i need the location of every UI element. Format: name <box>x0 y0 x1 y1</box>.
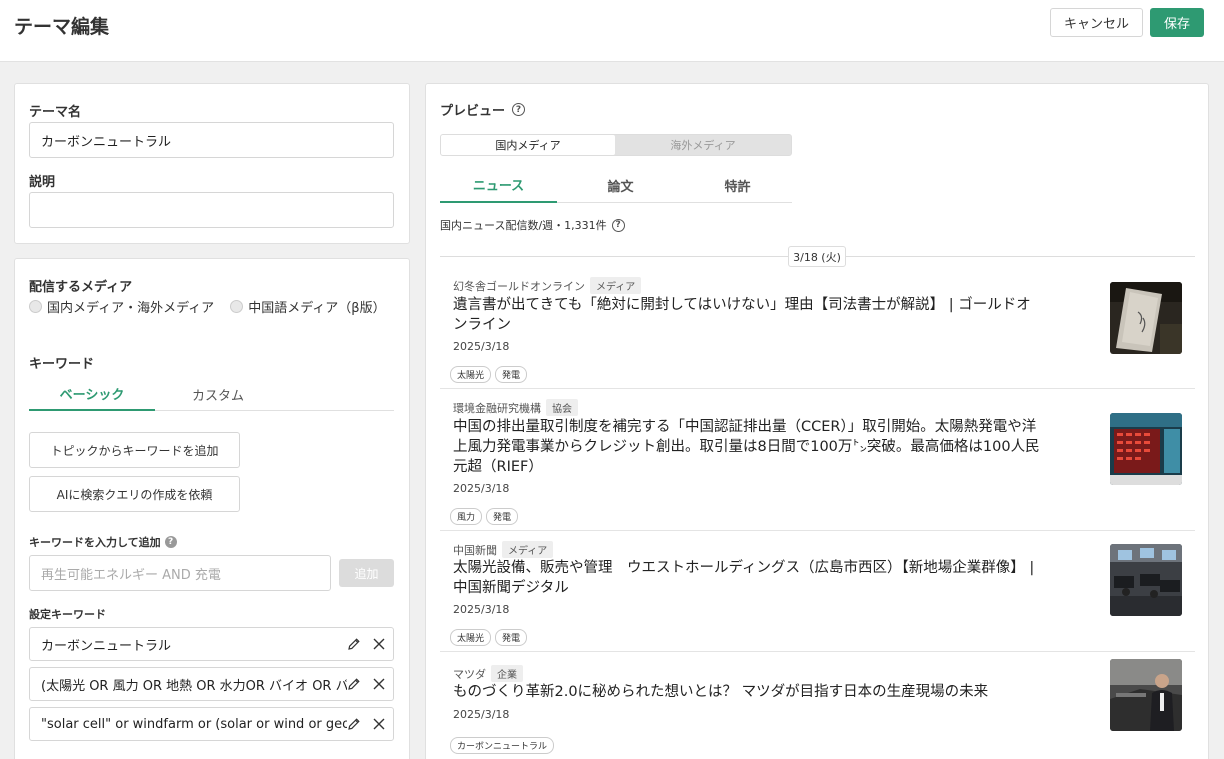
add-keyword-button[interactable]: 追加 <box>339 559 394 587</box>
weekly-count: 国内ニュース配信数/週・1,331件 ? <box>440 217 625 233</box>
news-tag: カーボンニュートラル <box>450 737 555 754</box>
news-date: 2025/3/18 <box>453 603 510 616</box>
help-icon[interactable]: ? <box>611 218 625 232</box>
tab-patents[interactable]: 特許 <box>679 168 796 203</box>
news-source-row: 幻冬舎ゴールドオンライン メディア <box>453 277 642 294</box>
news-tag: 発電 <box>486 508 519 525</box>
news-tags: カーボンニュートラル <box>450 737 555 754</box>
news-tags: 太陽光 発電 <box>450 366 528 383</box>
keyword-row: カーボンニュートラル <box>29 627 394 661</box>
news-source-badge: 企業 <box>491 665 523 682</box>
news-source: 中国新聞 <box>453 543 497 557</box>
news-thumbnail[interactable] <box>1110 282 1182 354</box>
page-title: テーマ編集 <box>14 16 110 38</box>
description-label: 説明 <box>29 175 56 190</box>
weekly-count-text: 国内ニュース配信数/週・1,331件 <box>440 219 607 232</box>
help-icon[interactable]: ? <box>164 536 177 548</box>
add-from-topic-button[interactable]: トピックからキーワードを追加 <box>29 432 240 468</box>
help-icon[interactable]: ? <box>512 103 526 116</box>
news-tags: 太陽光 発電 <box>450 629 528 646</box>
media-section-label: 配信するメディア <box>29 280 133 295</box>
news-title[interactable]: 中国の排出量取引制度を補完する「中国認証排出量（CCER）」取引開始。太陽熱発電… <box>453 417 1043 477</box>
news-item[interactable]: 幻冬舎ゴールドオンライン メディア 遺言書が出てきても「絶対に開封してはいけない… <box>440 274 1195 389</box>
news-source: 環境金融研究機構 <box>453 401 541 415</box>
top-bar: テーマ編集 キャンセル 保存 <box>0 0 1224 62</box>
preview-title: プレビュー ? <box>440 100 526 119</box>
theme-card: テーマ名 カーボンニュートラル 説明 <box>14 83 410 244</box>
tab-news[interactable]: ニュース <box>440 168 557 203</box>
news-date: 2025/3/18 <box>453 340 510 353</box>
close-icon[interactable] <box>372 717 386 731</box>
cancel-button[interactable]: キャンセル <box>1050 8 1143 37</box>
news-item[interactable]: マツダ 企業 ものづくり革新2.0に秘められた想いとは？ マツダが目指す日本の生… <box>440 652 1195 759</box>
date-chip: 3/18 (火) <box>788 246 846 267</box>
keyword-section-label: キーワード <box>29 357 95 372</box>
pencil-icon[interactable] <box>347 677 361 691</box>
keyword-text: カーボンニュートラル <box>41 638 172 654</box>
media-keyword-card: 配信するメディア 国内メディア・海外メディア 中国語メディア（β版） キーワード… <box>14 258 410 759</box>
news-tags: 風力 発電 <box>450 508 519 525</box>
keyword-tabs: ベーシック カスタム <box>29 377 394 411</box>
news-title[interactable]: 太陽光設備、販売や管理 ウエストホールディングス（広島市西区）【新地場企業群像】… <box>453 558 1043 598</box>
news-source-row: 環境金融研究機構 協会 <box>453 399 578 416</box>
pencil-icon[interactable] <box>347 637 361 651</box>
news-source-badge: メディア <box>590 277 642 294</box>
news-source-row: マツダ 企業 <box>453 665 523 682</box>
news-date: 2025/3/18 <box>453 482 510 495</box>
news-thumbnail[interactable] <box>1110 413 1182 485</box>
theme-name-input[interactable]: カーボンニュートラル <box>29 122 394 158</box>
news-item[interactable]: 環境金融研究機構 協会 中国の排出量取引制度を補完する「中国認証排出量（CCER… <box>440 389 1195 531</box>
pencil-icon[interactable] <box>347 717 361 731</box>
keyword-row: "solar cell" or windfarm or (solar or wi… <box>29 707 394 741</box>
news-tag: 太陽光 <box>450 629 492 646</box>
tab-papers[interactable]: 論文 <box>562 168 679 203</box>
keyword-input-label-text: キーワードを入力して追加 <box>29 536 161 549</box>
news-title[interactable]: ものづくり革新2.0に秘められた想いとは？ マツダが目指す日本の生産現場の未来 <box>453 682 1043 702</box>
news-source-badge: 協会 <box>546 399 578 416</box>
radio-chinese[interactable] <box>230 300 244 313</box>
theme-name-label: テーマ名 <box>29 105 82 120</box>
preview-tabs: ニュース 論文 特許 <box>440 168 792 203</box>
news-title[interactable]: 遺言書が出てきても「絶対に開封してはいけない」理由【司法書士が解説】 | ゴール… <box>453 295 1043 335</box>
tab-custom[interactable]: カスタム <box>155 377 281 411</box>
media-radio-group: 国内メディア・海外メディア 中国語メディア（β版） <box>29 297 402 316</box>
segment-overseas[interactable]: 海外メディア <box>615 135 791 155</box>
close-icon[interactable] <box>372 677 386 691</box>
keyword-input-label: キーワードを入力して追加 ? <box>29 534 177 550</box>
ai-query-button[interactable]: AIに検索クエリの作成を依頼 <box>29 476 240 512</box>
news-source: 幻冬舎ゴールドオンライン <box>453 279 585 293</box>
keyword-text: (太陽光 OR 風力 OR 地熱 OR 水力OR バイオ OR バイオマス <box>41 678 347 694</box>
news-tag: 発電 <box>495 629 528 646</box>
news-thumbnail[interactable] <box>1110 659 1182 731</box>
close-icon[interactable] <box>372 637 386 651</box>
news-tag: 太陽光 <box>450 366 492 383</box>
news-source-row: 中国新聞 メディア <box>453 541 554 558</box>
keyword-input[interactable]: 再生可能エネルギー AND 充電 <box>29 555 331 591</box>
preview-card: プレビュー ? 国内メディア 海外メディア ニュース 論文 特許 国内ニュース配… <box>425 83 1209 759</box>
save-button[interactable]: 保存 <box>1150 8 1204 37</box>
news-thumbnail[interactable] <box>1110 544 1182 616</box>
media-segment-control: 国内メディア 海外メディア <box>440 134 792 156</box>
keyword-row: (太陽光 OR 風力 OR 地熱 OR 水力OR バイオ OR バイオマス <box>29 667 394 701</box>
tab-basic[interactable]: ベーシック <box>29 377 155 411</box>
news-source: マツダ <box>453 667 486 681</box>
news-source-badge: メディア <box>502 541 554 558</box>
segment-domestic[interactable]: 国内メディア <box>441 135 615 155</box>
description-input[interactable] <box>29 192 394 228</box>
set-keywords-label: 設定キーワード <box>29 608 106 621</box>
radio-domestic-overseas[interactable] <box>29 300 42 313</box>
news-item[interactable]: 中国新聞 メディア 太陽光設備、販売や管理 ウエストホールディングス（広島市西区… <box>440 531 1195 652</box>
news-tag: 風力 <box>450 508 483 525</box>
radio-label-chinese[interactable]: 中国語メディア（β版） <box>248 297 385 316</box>
radio-label-domestic-overseas[interactable]: 国内メディア・海外メディア <box>47 297 214 316</box>
preview-title-text: プレビュー <box>440 104 506 119</box>
keyword-text: "solar cell" or windfarm or (solar or wi… <box>41 716 347 732</box>
news-date: 2025/3/18 <box>453 708 510 721</box>
news-tag: 発電 <box>495 366 528 383</box>
